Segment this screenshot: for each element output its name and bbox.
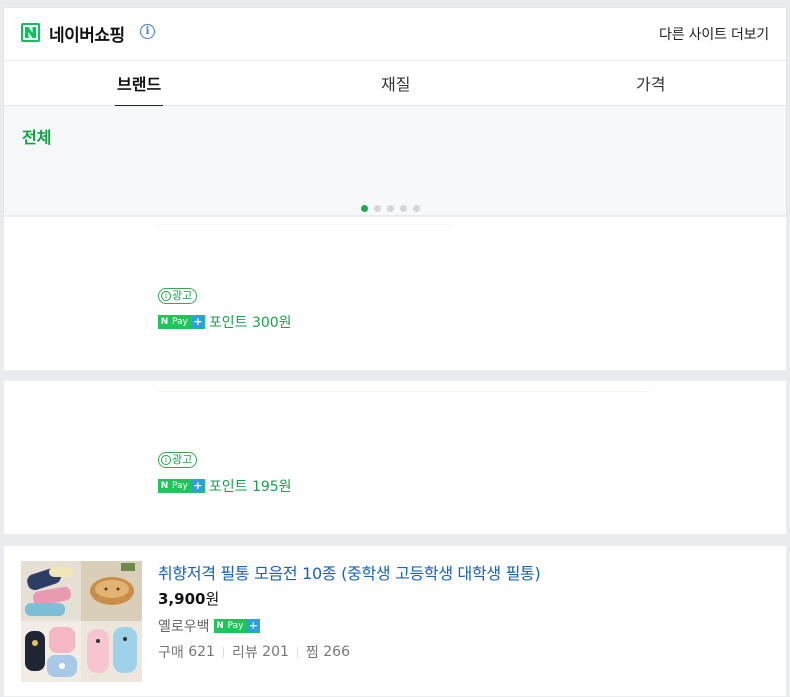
page-dot-5[interactable] <box>413 205 420 212</box>
page-dot-2[interactable] <box>374 205 381 212</box>
filter-all-option[interactable]: 전체 <box>22 124 51 148</box>
pagination-dots <box>361 197 426 212</box>
divider <box>296 646 298 658</box>
naver-logo-icon[interactable] <box>21 23 40 42</box>
info-icon[interactable]: i <box>140 24 155 39</box>
filter-tabs: 브랜드 재질 가격 <box>4 60 786 107</box>
product-price: 3,900원 <box>158 588 219 609</box>
page-dot-3[interactable] <box>387 205 394 212</box>
npay-plus-icon: N Pay + <box>213 619 261 633</box>
point-amount: 포인트 195원 <box>208 479 292 495</box>
ad-badge[interactable]: i 광고 <box>158 452 198 468</box>
npay-plus-icon: N Pay + <box>158 315 205 329</box>
wish-count: 266 <box>323 644 350 660</box>
review-label[interactable]: 리뷰 <box>232 642 258 662</box>
price-unit: 원 <box>205 590 220 608</box>
product-thumbnail[interactable] <box>21 561 142 682</box>
divider <box>222 646 224 658</box>
more-sites-link[interactable]: 다른 사이트 더보기 <box>659 24 769 44</box>
ad-badge-label: 광고 <box>172 289 193 302</box>
npay-point-row: N Pay + 포인트 300원 <box>158 313 292 331</box>
ad-product-card[interactable]: i 광고 N Pay + 포인트 300원 <box>3 216 787 371</box>
brand-title[interactable]: 네이버쇼핑 <box>49 21 125 46</box>
review-count[interactable]: 201 <box>262 644 289 660</box>
naver-shopping-header-card: 네이버쇼핑 i 다른 사이트 더보기 브랜드 재질 가격 전체 <box>3 7 787 215</box>
tab-brand[interactable]: 브랜드 <box>114 71 164 107</box>
npay-point-row: N Pay + 포인트 195원 <box>158 477 292 495</box>
ad-info-icon: i <box>161 291 171 301</box>
header-top-bar: 네이버쇼핑 i 다른 사이트 더보기 <box>4 8 786 61</box>
product-title-link[interactable]: 취향저격 필통 모음전 10종 (중학생 고등학생 대학생 필통) <box>158 560 541 584</box>
purchase-count: 621 <box>188 644 215 660</box>
price-value: 3,900 <box>158 590 206 608</box>
seller-row: 옐로우백 N Pay + <box>158 616 264 636</box>
product-card[interactable]: 취향저격 필통 모음전 10종 (중학생 고등학생 대학생 필통) 3,900원… <box>3 545 787 697</box>
ad-product-card[interactable]: i 광고 N Pay + 포인트 195원 <box>3 380 787 535</box>
filter-options-area: 전체 <box>4 106 786 215</box>
tab-price[interactable]: 가격 <box>636 71 665 95</box>
purchase-label: 구매 <box>158 645 184 661</box>
point-amount: 포인트 300원 <box>208 315 292 331</box>
faded-title-line <box>159 224 449 231</box>
page-dot-1[interactable] <box>361 205 368 212</box>
npay-plus-icon: N Pay + <box>158 479 205 493</box>
tab-material[interactable]: 재질 <box>381 71 410 95</box>
page-dot-4[interactable] <box>400 205 407 212</box>
ad-info-icon: i <box>161 455 171 465</box>
product-stats: 구매 621 리뷰 201 찜 266 <box>158 642 350 662</box>
shopping-search-panel: 네이버쇼핑 i 다른 사이트 더보기 브랜드 재질 가격 전체 i 광고 N P… <box>0 0 790 697</box>
faded-title-line <box>159 391 649 398</box>
ad-badge-label: 광고 <box>172 453 193 466</box>
wish-label: 찜 <box>305 645 319 661</box>
seller-name-link[interactable]: 옐로우백 <box>158 616 210 636</box>
ad-badge[interactable]: i 광고 <box>158 288 198 304</box>
